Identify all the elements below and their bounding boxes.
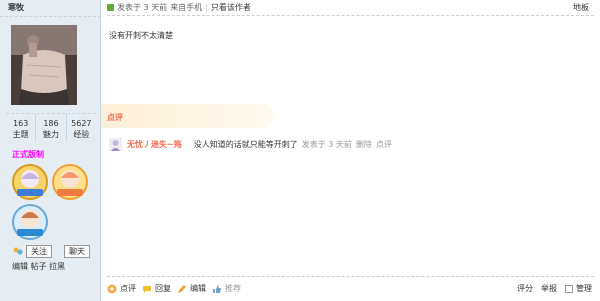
only-author-link[interactable]: 只看该作者 [211,2,251,13]
follow-button[interactable]: 关注 [26,245,52,258]
post-source: 来自手机 [170,3,203,12]
review-button[interactable]: 点评 [107,283,136,294]
reviewer-avatar[interactable] [109,138,122,151]
divider [107,276,594,277]
review-title: 点评 [107,113,123,122]
author-actions: 关注 聊天 [12,245,90,258]
manage-label: 管理 [576,284,592,293]
recommend-label: 推荐 [225,284,241,293]
stat-value: 5627 [71,119,92,128]
review-banner [101,104,277,128]
medal-icon[interactable] [11,163,49,201]
review-text: 没人知道的话就只能等开刺了 [193,140,298,149]
edit-link[interactable]: 编辑 [12,262,28,271]
medal-icon[interactable] [51,163,89,201]
stat-label: 经验 [73,130,90,139]
thumbs-up-icon [213,284,221,293]
reply-label: 回复 [155,284,171,293]
post-info: 发表于 3 天前 来自手机 | 只看该作者 [107,2,251,13]
review-label: 点评 [120,284,136,293]
block-link[interactable]: 拉黑 [49,262,65,271]
review-item: 无忧丿迷失~殇 没人知道的话就只能等开刺了 发表于 3 天前 删除 点评 [109,138,392,151]
pencil-icon [178,284,186,293]
author-name[interactable]: 寒牧 [8,2,24,13]
post-time: 发表于 3 天前 [117,3,168,12]
chat-button[interactable]: 聊天 [64,245,90,258]
stat-value: 163 [13,119,29,128]
author-stats: 163 主题 186 魅力 5627 经验 [6,113,96,141]
report-link[interactable]: 举报 [541,283,557,294]
floor-number[interactable]: 地板 [573,2,589,13]
edit-label: 编辑 [190,284,206,293]
post-status-icon [107,4,114,11]
stat-value: 186 [43,119,59,128]
posts-link[interactable]: 帖子 [31,262,47,271]
manage-checkbox[interactable] [565,284,573,293]
reviewer-name[interactable]: 无忧丿迷失~殇 [127,139,182,150]
avatar-image [11,25,77,105]
medal-image [12,164,48,200]
rate-link[interactable]: 评分 [517,283,533,294]
author-links: 编辑 帖子 拉黑 [12,261,65,272]
stat-label: 魅力 [42,130,59,139]
post-admin-actions: 评分 举报 管理 [517,283,592,294]
stat-threads[interactable]: 163 主题 [6,114,37,141]
author-sidebar: 寒牧 163 主题 186 魅力 5627 经验 正式版制 关注 聊天 编辑 帖… [0,0,101,301]
medal-image [12,204,48,240]
review-time: 发表于 3 天前 [301,140,352,149]
divider [107,15,594,16]
user-group[interactable]: 正式版制 [12,149,44,160]
divider: | [205,3,208,12]
post-actions: 点评 回复 编辑 推荐 [107,283,241,294]
divider [0,16,101,17]
post-main: 发表于 3 天前 来自手机 | 只看该作者 地板 没有开刺不太清楚 点评 无忧丿… [101,0,600,301]
friends-icon-svg [13,247,23,255]
stat-charm: 186 魅力 [36,114,67,141]
recommend-button[interactable]: 推荐 [212,283,241,294]
edit-button[interactable]: 编辑 [177,283,206,294]
review-header: 点评 [101,104,277,128]
friends-icon[interactable] [12,247,23,256]
medal-icon[interactable] [11,203,49,241]
stat-label: 主题 [12,130,29,139]
reply-icon [143,285,151,293]
reply-button[interactable]: 回复 [142,283,171,294]
post-content: 没有开刺不太清楚 [109,31,173,40]
avatar[interactable] [11,25,77,105]
medal-image [52,164,88,200]
manage-control[interactable]: 管理 [565,283,592,294]
reviewer-avatar-image [109,138,122,151]
review-delete-link[interactable]: 删除 [356,139,372,150]
stat-exp: 5627 经验 [67,114,96,141]
review-review-link[interactable]: 点评 [376,139,392,150]
review-icon [107,284,117,293]
